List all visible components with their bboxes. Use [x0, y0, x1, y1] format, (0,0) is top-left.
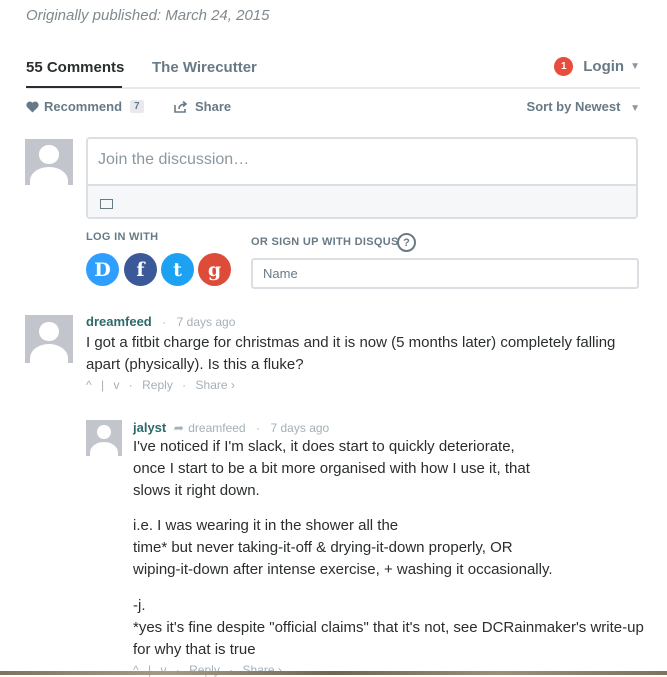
- published-date: Originally published: March 24, 2015: [26, 7, 270, 24]
- recommend-count: 7: [130, 100, 144, 113]
- recommend-label: Recommend: [44, 99, 123, 114]
- reply-link[interactable]: Reply: [142, 378, 173, 392]
- comment-time[interactable]: 7 days ago: [271, 421, 330, 435]
- meta-separator: ·: [256, 421, 261, 435]
- log-in-with-label: LOG IN WITH: [86, 231, 159, 243]
- comment-actions: ^ | v · Reply · Share ›: [86, 378, 235, 392]
- login-menu[interactable]: 1 Login ▼: [554, 57, 640, 76]
- heart-icon: [26, 101, 39, 112]
- help-icon[interactable]: ?: [397, 233, 416, 252]
- commenter-avatar[interactable]: [86, 420, 122, 456]
- reply-line: *yes it's fine despite "official claims"…: [133, 619, 644, 636]
- image-upload-icon[interactable]: [100, 199, 113, 209]
- active-tab-indicator: [26, 86, 122, 88]
- tab-bar: 55 Comments The Wirecutter 1 Login ▼: [26, 57, 640, 89]
- sort-label: Sort by Newest: [526, 99, 621, 114]
- reply-line: I've noticed if I'm slack, it does start…: [133, 438, 515, 455]
- sort-dropdown[interactable]: Sort by Newest ▼: [527, 99, 640, 114]
- reply-line: slows it right down.: [133, 482, 260, 499]
- reply-line: wiping-it-down after intense exercise, +…: [133, 561, 553, 578]
- comment-time[interactable]: 7 days ago: [177, 315, 236, 329]
- reply-to-author[interactable]: dreamfeed: [188, 421, 245, 435]
- share-icon: [174, 100, 188, 113]
- comment-header: jalyst ➦ dreamfeed · 7 days ago: [133, 419, 329, 437]
- downvote-icon[interactable]: v: [113, 378, 119, 392]
- user-avatar: [25, 139, 73, 185]
- background-strip: [0, 671, 667, 675]
- meta-separator: ·: [182, 378, 187, 392]
- reply-line: -j.: [133, 597, 146, 614]
- meta-separator: ·: [162, 315, 167, 329]
- vote-divider: |: [100, 378, 105, 392]
- tab-the-wirecutter[interactable]: The Wirecutter: [152, 59, 257, 76]
- meta-separator: ·: [128, 378, 133, 392]
- share-button[interactable]: Share: [174, 99, 231, 114]
- notification-badge: 1: [554, 57, 574, 76]
- commenter-avatar[interactable]: [25, 315, 73, 363]
- reply-line: once I start to be a bit more organised …: [133, 460, 530, 477]
- login-label: Login: [583, 58, 625, 75]
- comment-text: I got a fitbit charge for christmas and …: [86, 334, 616, 373]
- comment-header: dreamfeed · 7 days ago: [86, 313, 235, 331]
- reply-line: for why that is true: [133, 641, 256, 658]
- reply-line: time* but never taking-it-off & drying-i…: [133, 539, 513, 556]
- sign-up-label: OR SIGN UP WITH DISQUS: [251, 236, 399, 248]
- reply-arrow-icon: ➦: [173, 421, 184, 435]
- facebook-login-icon[interactable]: f: [124, 253, 157, 286]
- comment-author[interactable]: jalyst: [133, 420, 166, 435]
- chevron-down-icon: ▼: [630, 103, 640, 114]
- google-login-icon[interactable]: g: [198, 253, 231, 286]
- share-link[interactable]: Share ›: [196, 378, 235, 392]
- discussion-input[interactable]: Join the discussion…: [98, 151, 249, 169]
- name-field[interactable]: Name: [251, 258, 639, 289]
- comment-composer[interactable]: Join the discussion…: [86, 137, 638, 219]
- share-label: Share: [195, 99, 232, 114]
- upvote-icon[interactable]: ^: [86, 378, 92, 392]
- chevron-down-icon: ▼: [630, 61, 640, 72]
- twitter-login-icon[interactable]: t: [161, 253, 194, 286]
- tab-comments[interactable]: 55 Comments: [26, 59, 124, 76]
- disqus-login-icon[interactable]: D: [86, 253, 119, 286]
- recommend-button[interactable]: Recommend 7: [26, 99, 144, 114]
- comment-author[interactable]: dreamfeed: [86, 314, 152, 329]
- reply-line: i.e. I was wearing it in the shower all …: [133, 517, 399, 534]
- discussion-actions: Recommend 7 Share Sort by Newest ▼: [26, 98, 640, 118]
- composer-toolbar: [88, 184, 636, 217]
